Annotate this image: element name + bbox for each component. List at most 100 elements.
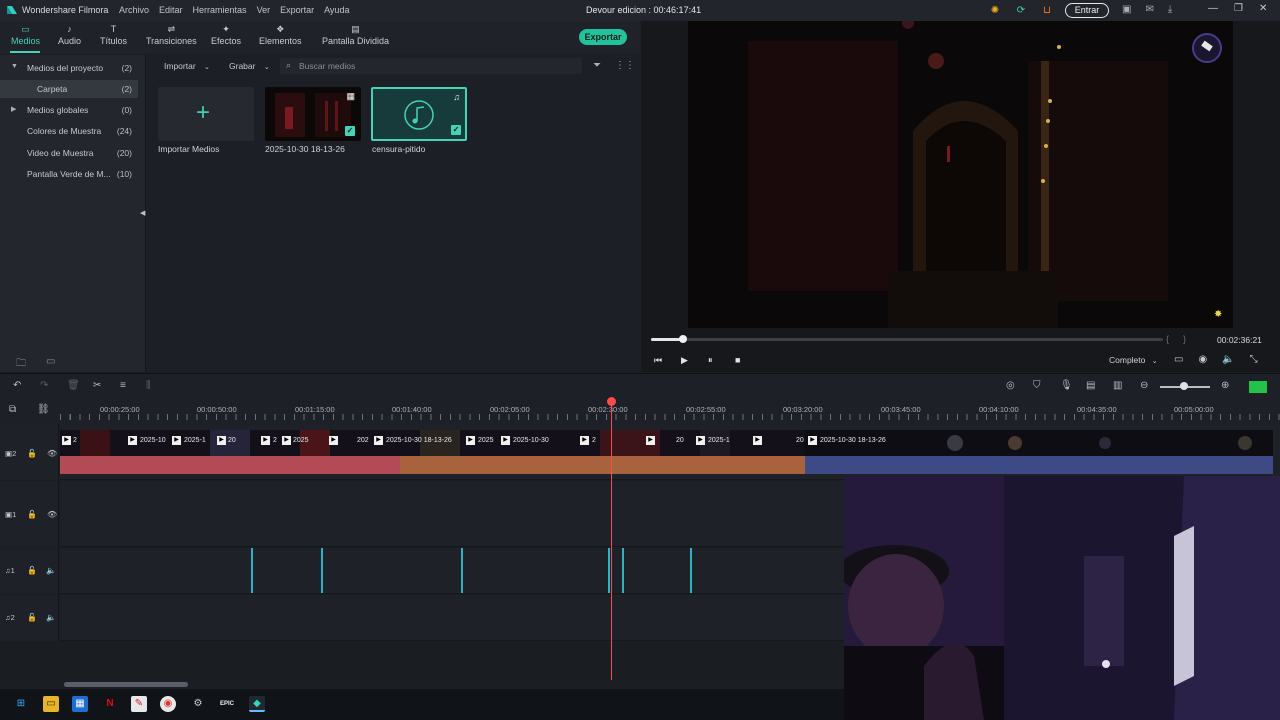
file-explorer-icon[interactable]: ▭ — [43, 696, 59, 712]
eye-icon[interactable]: 👁 — [47, 449, 57, 458]
beep-clip[interactable] — [690, 548, 692, 593]
fullscreen-icon[interactable]: ⤡ — [1250, 354, 1258, 365]
download-icon[interactable]: ⤓ — [1168, 4, 1172, 15]
menu-editar[interactable]: Editar — [159, 5, 183, 15]
lock-icon[interactable]: 🔓 — [27, 613, 37, 622]
cart-icon[interactable]: ⊔ — [1040, 4, 1054, 17]
media-item-video[interactable]: ▦ ✓ — [265, 87, 361, 141]
menu-ayuda[interactable]: Ayuda — [324, 5, 349, 15]
tab-efectos[interactable]: ✦ Efectos — [211, 24, 241, 46]
lock-icon[interactable]: 🔓 — [27, 510, 37, 519]
folder-icon[interactable]: ▭ — [46, 356, 55, 373]
sidebar-item-folder[interactable]: Carpeta (2) — [0, 80, 138, 98]
tab-elementos[interactable]: ❖ Elementos — [259, 24, 302, 46]
sidebar-item-sample-video[interactable]: Video de Muestra (20) — [0, 144, 138, 162]
speaker-icon[interactable]: 🔈 — [46, 613, 56, 622]
quality-dropdown[interactable]: Completo ⌄ — [1109, 355, 1158, 365]
login-button[interactable]: Entrar — [1065, 3, 1109, 18]
beep-clip[interactable] — [461, 548, 463, 593]
epic-games-icon[interactable]: EPIC — [219, 696, 235, 712]
tab-transiciones[interactable]: ⇌ Transiciones — [146, 24, 197, 46]
beep-clip[interactable] — [251, 548, 253, 593]
voiceover-icon[interactable]: ▤ — [1086, 380, 1095, 391]
import-media-card[interactable]: + — [158, 87, 254, 141]
display-icon[interactable]: ▭ — [1174, 354, 1183, 365]
menu-archivo[interactable]: Archivo — [119, 5, 149, 15]
redo-icon[interactable]: ↷ — [40, 380, 48, 391]
undo-icon[interactable]: ↶ — [13, 380, 21, 391]
pause-button[interactable]: ⏸ — [708, 355, 713, 366]
chevron-right-icon[interactable]: ▶ — [11, 105, 16, 113]
playhead[interactable] — [611, 402, 612, 680]
grid-view-icon[interactable]: ⋮⋮ — [615, 60, 635, 71]
adjust-icon[interactable]: ≡ — [120, 380, 126, 391]
in-out-brackets[interactable]: {} — [1166, 334, 1200, 344]
eye-icon[interactable]: 👁 — [47, 510, 57, 519]
sync-icon[interactable]: ⟳ — [1014, 4, 1028, 17]
search-box[interactable]: ⌕ — [280, 58, 582, 74]
beep-clip[interactable] — [608, 548, 610, 593]
scrubber-handle[interactable] — [679, 335, 687, 343]
import-dropdown[interactable]: Importar ⌄ — [164, 61, 210, 71]
media-item-audio[interactable]: ♫ ✓ — [371, 87, 467, 141]
timeline-ruler[interactable]: ⧉ ⛓ 00:00:25:00 00:00:50:00 00:01:15:00 … — [0, 398, 1280, 424]
new-folder-icon[interactable]: 🗀 — [16, 356, 26, 373]
tab-pantalla-dividida[interactable]: ▤ Pantalla Dividida — [322, 24, 389, 46]
menu-herramientas[interactable]: Herramientas — [193, 5, 247, 15]
lock-icon[interactable]: 🔓 — [27, 566, 37, 575]
preview-video[interactable]: ✸ — [688, 21, 1233, 328]
timeline-scrollbar[interactable] — [64, 682, 188, 687]
export-button[interactable]: Exportar — [579, 29, 627, 45]
play-button[interactable]: ▶ — [681, 355, 688, 366]
zoom-slider-handle[interactable] — [1180, 382, 1188, 390]
sidebar-item-green-screen[interactable]: Pantalla Verde de M... (10) — [0, 165, 138, 183]
collapse-sidebar-icon[interactable]: ◀ — [140, 209, 145, 217]
mail-icon[interactable]: ✉ — [1145, 4, 1153, 15]
chrome-icon[interactable]: ◉ — [160, 696, 176, 712]
audio-wave-icon[interactable]: ⫼ — [146, 380, 151, 391]
split-icon[interactable]: ▥ — [1113, 380, 1122, 391]
volume-icon[interactable]: 🔈 — [1222, 354, 1234, 365]
save-icon[interactable]: ▣ — [1122, 4, 1131, 15]
netflix-icon[interactable]: N — [102, 696, 118, 712]
link-icon[interactable]: ⛓ — [37, 404, 50, 415]
sidebar-item-sample-colors[interactable]: Colores de Muestra (24) — [0, 122, 138, 140]
windows-start-icon[interactable]: ⊞ — [13, 696, 29, 712]
tab-medios[interactable]: ▭ Medios — [11, 24, 40, 46]
snapshot-icon[interactable]: ◉ — [1198, 354, 1207, 365]
beep-clip[interactable] — [321, 548, 323, 593]
marker-icon[interactable]: ⛉ — [1033, 380, 1041, 391]
video-clip-group[interactable]: ▶ 2 ▶ 2025-10 ▶ 2025-1 ▶ 20 ▶ 2 ▶ 2025 ▶… — [60, 430, 1273, 475]
close-icon[interactable]: ✕ — [1259, 3, 1267, 14]
lock-icon[interactable]: 🔓 — [27, 449, 37, 458]
chevron-down-icon[interactable]: ▼ — [11, 63, 18, 70]
zoom-in-icon[interactable]: ⊕ — [1221, 380, 1229, 391]
sidebar-item-project-media[interactable]: ▼ Medios del proyecto (2) — [0, 59, 138, 77]
stop-button[interactable]: ■ — [735, 355, 740, 365]
editor-app-icon[interactable]: ✎ — [131, 696, 147, 712]
filter-icon[interactable]: ⏷ — [593, 60, 601, 71]
delete-icon[interactable]: 🗑 — [67, 380, 80, 391]
preview-scrubber[interactable] — [651, 338, 1163, 341]
minimize-icon[interactable]: — — [1208, 3, 1218, 14]
beep-clip[interactable] — [622, 548, 624, 593]
add-track-icon[interactable]: ⧉ — [9, 404, 16, 415]
audio-meter-icon[interactable] — [1249, 381, 1267, 393]
zoom-out-icon[interactable]: ⊖ — [1140, 380, 1148, 391]
menu-exportar[interactable]: Exportar — [280, 5, 314, 15]
tab-titulos[interactable]: T Títulos — [100, 24, 127, 46]
record-dropdown[interactable]: Grabar ⌄ — [229, 61, 270, 71]
sidebar-item-global-media[interactable]: ▶ Medios globales (0) — [0, 101, 138, 119]
search-input[interactable] — [299, 60, 569, 72]
tab-audio[interactable]: ♪ Audio — [58, 24, 81, 46]
microphone-icon[interactable]: 🎙 — [1060, 380, 1073, 391]
speaker-icon[interactable]: 🔈 — [46, 566, 56, 575]
filmora-taskbar-icon[interactable]: ◆ — [249, 696, 265, 712]
store-icon[interactable]: ▦ — [72, 696, 88, 712]
steam-icon[interactable]: ⚙ — [190, 696, 206, 712]
cut-icon[interactable]: ✂ — [93, 380, 101, 391]
render-preview-icon[interactable]: ◎ — [1006, 380, 1015, 391]
lightbulb-icon[interactable]: ✺ — [988, 4, 1002, 17]
step-back-button[interactable]: ⏮ — [654, 355, 662, 366]
menu-ver[interactable]: Ver — [257, 5, 271, 15]
